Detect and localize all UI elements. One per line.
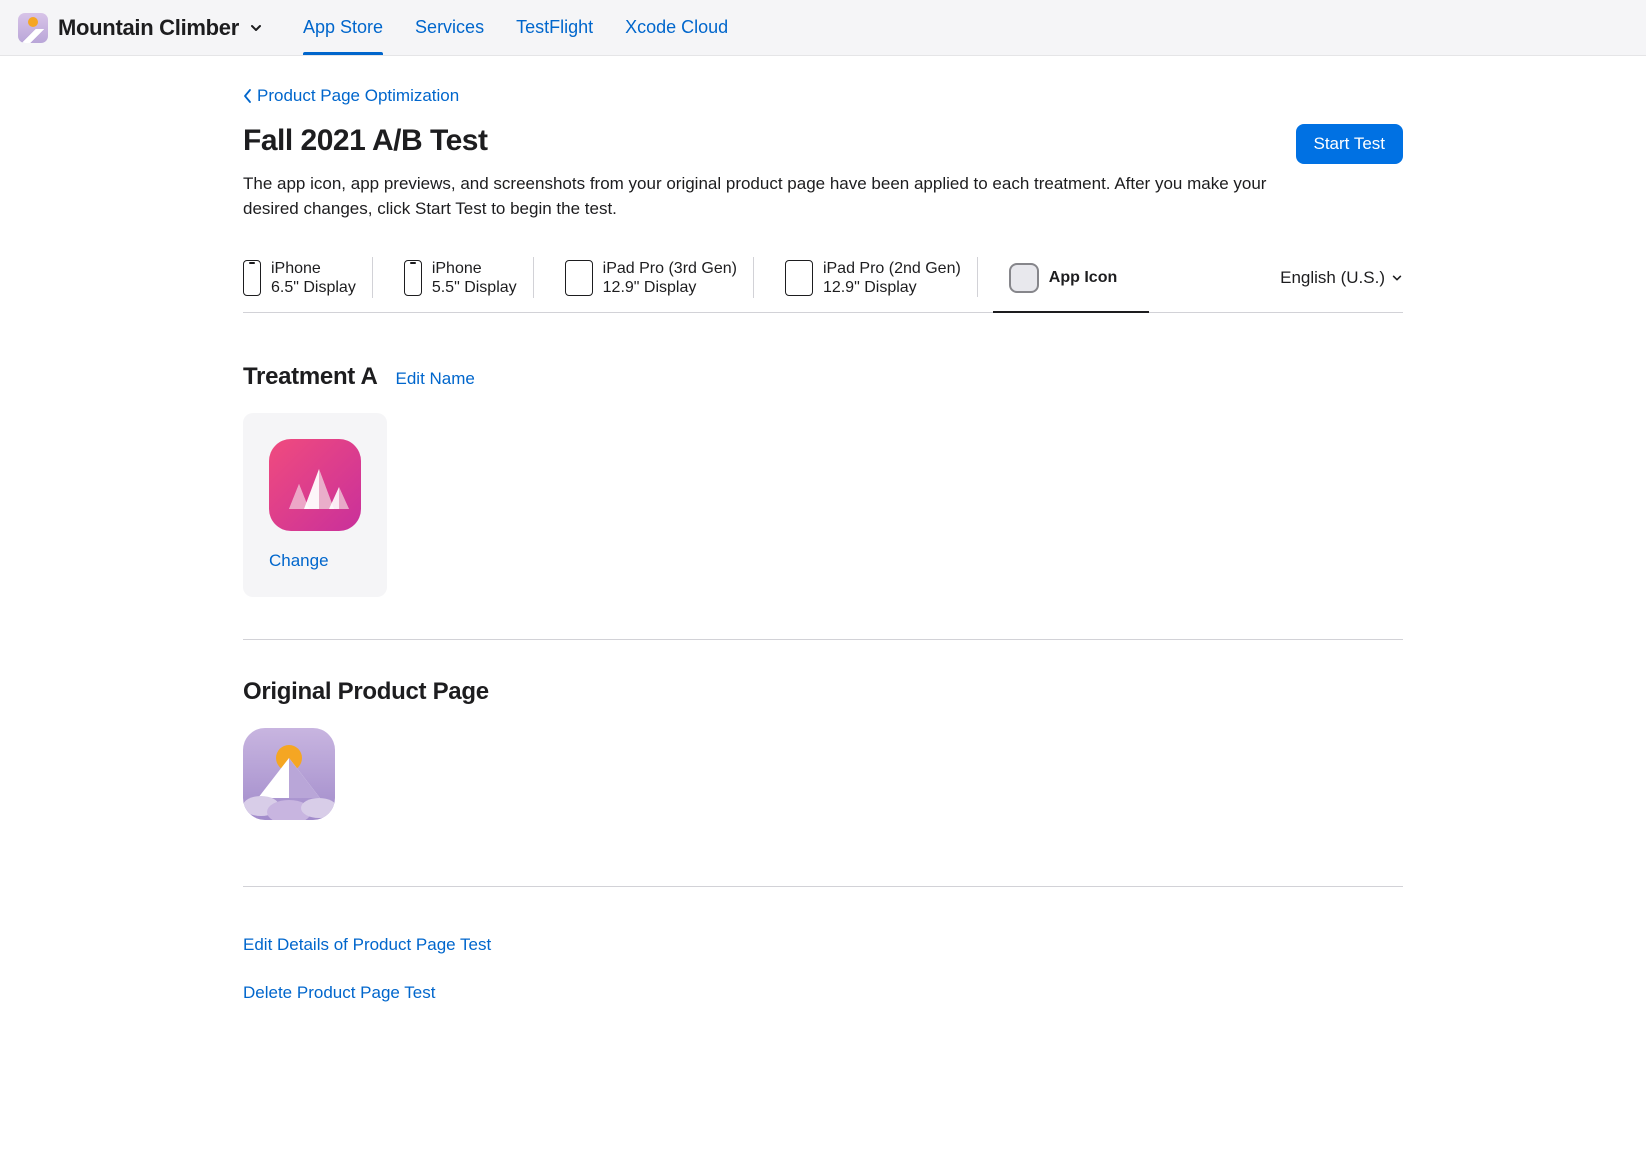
app-icon [18, 13, 48, 43]
device-tabs: iPhone 6.5" Display iPhone 5.5" Display … [243, 247, 1403, 312]
app-name: Mountain Climber [58, 15, 239, 41]
header-bar: Mountain Climber App Store Services Test… [0, 0, 1646, 56]
ipad-icon [565, 260, 593, 296]
chevron-down-icon [1391, 272, 1403, 284]
nav-tab-xcode-cloud[interactable]: Xcode Cloud [609, 0, 744, 55]
nav-tab-testflight[interactable]: TestFlight [500, 0, 609, 55]
start-test-button[interactable]: Start Test [1296, 124, 1404, 164]
language-label: English (U.S.) [1280, 268, 1385, 288]
chevron-down-icon [249, 21, 263, 35]
title-row: Fall 2021 A/B Test Start Test [243, 124, 1403, 164]
main-container: Product Page Optimization Fall 2021 A/B … [163, 56, 1483, 1061]
divider [243, 639, 1403, 640]
original-app-icon [243, 728, 335, 820]
nav-tab-services[interactable]: Services [399, 0, 500, 55]
device-tab-app-icon[interactable]: App Icon [993, 247, 1149, 312]
nav-tabs: App Store Services TestFlight Xcode Clou… [287, 0, 744, 55]
ipad-icon [785, 260, 813, 296]
edit-details-link[interactable]: Edit Details of Product Page Test [243, 935, 1403, 955]
change-icon-link[interactable]: Change [269, 551, 329, 570]
language-selector[interactable]: English (U.S.) [1280, 247, 1403, 311]
device-label: iPad Pro (3rd Gen) 12.9" Display [603, 259, 737, 297]
phone-icon [404, 260, 422, 296]
back-link-label: Product Page Optimization [257, 86, 459, 106]
device-tab-ipad-2nd[interactable]: iPad Pro (2nd Gen) 12.9" Display [769, 247, 993, 311]
device-tab-iphone-55[interactable]: iPhone 5.5" Display [388, 247, 549, 311]
device-tab-iphone-65[interactable]: iPhone 6.5" Display [243, 247, 388, 311]
app-icon-shape-icon [1009, 263, 1039, 293]
device-label: iPhone 6.5" Display [271, 259, 356, 297]
treatment-title: Treatment A [243, 363, 378, 391]
original-title: Original Product Page [243, 678, 489, 706]
treatment-icon-card: Change [243, 413, 387, 597]
device-label: iPhone 5.5" Display [432, 259, 517, 297]
app-selector[interactable]: Mountain Climber [18, 13, 263, 43]
device-label: iPad Pro (2nd Gen) 12.9" Display [823, 259, 961, 297]
chevron-left-icon [243, 88, 253, 104]
page-description: The app icon, app previews, and screensh… [243, 172, 1293, 221]
original-section: Original Product Page [243, 678, 1403, 820]
device-tab-ipad-3rd[interactable]: iPad Pro (3rd Gen) 12.9" Display [549, 247, 769, 311]
back-link[interactable]: Product Page Optimization [243, 86, 459, 106]
treatment-section: Treatment A Edit Name Change [243, 363, 1403, 597]
treatment-app-icon [269, 439, 361, 531]
page-title: Fall 2021 A/B Test [243, 124, 487, 158]
divider [243, 886, 1403, 887]
section-header: Treatment A Edit Name [243, 363, 1403, 391]
delete-test-link[interactable]: Delete Product Page Test [243, 983, 1403, 1003]
nav-tab-app-store[interactable]: App Store [287, 0, 399, 55]
section-header: Original Product Page [243, 678, 1403, 706]
device-label: App Icon [1049, 268, 1117, 287]
footer-links: Edit Details of Product Page Test Delete… [243, 935, 1403, 1003]
phone-icon [243, 260, 261, 296]
edit-name-link[interactable]: Edit Name [396, 369, 475, 389]
